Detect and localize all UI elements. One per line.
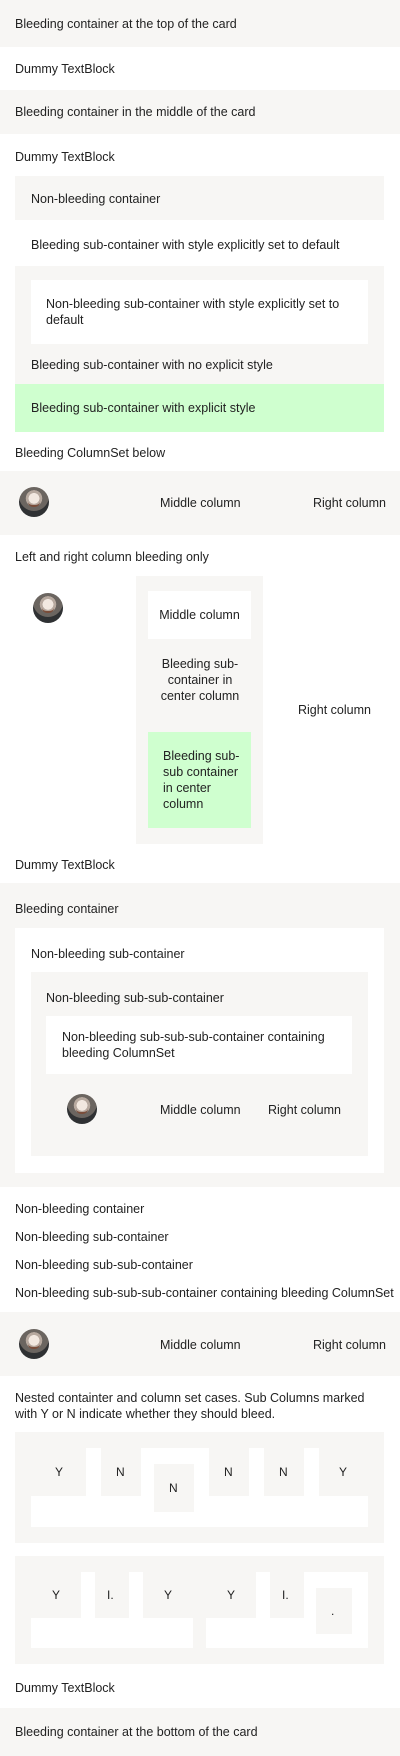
dummy-textblock-4: Dummy TextBlock bbox=[15, 1681, 115, 1695]
nested-cell: I. bbox=[95, 1572, 129, 1618]
bleeding-columnset-1: Middle column Right column bbox=[0, 471, 400, 535]
bleed-top-container: Bleeding container at the top of the car… bbox=[0, 0, 400, 47]
bleed-middle-text: Bleeding container in the middle of the … bbox=[15, 105, 256, 119]
plain-nb-subsub-text: Non-bleeding sub-sub-container bbox=[15, 1258, 193, 1272]
bleed-columnset-below-text: Bleeding ColumnSet below bbox=[15, 446, 166, 460]
colset1-middle-column: Middle column bbox=[160, 496, 241, 510]
bleed-sub-explicit-text: Bleeding sub-container with explicit sty… bbox=[31, 401, 256, 415]
lr-bleed-title: Left and right column bleeding only bbox=[15, 550, 209, 564]
nb-sub-container: Non-bleeding sub-container Non-bleeding … bbox=[15, 928, 384, 1173]
nested-cell: N bbox=[101, 1448, 141, 1496]
bleeding-columnset-3: Middle column Right column bbox=[0, 1312, 400, 1376]
colset3-right-column: Right column bbox=[313, 1338, 386, 1352]
non-bleeding-container: Non-bleeding container bbox=[15, 176, 384, 220]
nested-cell: N bbox=[264, 1448, 304, 1496]
nested-cell: Y bbox=[143, 1572, 193, 1618]
nested-cases-title: Nested containter and column set cases. … bbox=[15, 1391, 365, 1421]
center-middle-column-text: Middle column bbox=[159, 608, 240, 622]
nested-cell: . bbox=[316, 1588, 352, 1634]
plain-nb-sub-text: Non-bleeding sub-container bbox=[15, 1230, 169, 1244]
dummy-textblock-2: Dummy TextBlock bbox=[15, 150, 115, 164]
nb-sub-text: Non-bleeding sub-container bbox=[31, 947, 185, 961]
lr-right-column-text: Right column bbox=[298, 703, 371, 717]
avatar-photo bbox=[19, 487, 49, 517]
plain-nb-subsubsub-text: Non-bleeding sub-sub-sub-container conta… bbox=[15, 1286, 394, 1300]
bleeding-container-text: Bleeding container bbox=[15, 902, 119, 916]
nb-subsubsub-text: Non-bleeding sub-sub-sub-container conta… bbox=[62, 1030, 325, 1060]
bleed-top-text: Bleeding container at the top of the car… bbox=[15, 17, 237, 31]
bleed-bottom-text: Bleeding container at the bottom of the … bbox=[15, 1725, 258, 1739]
bleed-middle-container: Bleeding container in the middle of the … bbox=[0, 90, 400, 134]
plain-nb-container-text: Non-bleeding container bbox=[15, 1202, 145, 1216]
avatar-photo bbox=[19, 1329, 49, 1359]
dummy-textblock-1: Dummy TextBlock bbox=[15, 62, 115, 76]
bleed-bottom-container: Bleeding container at the bottom of the … bbox=[0, 1708, 400, 1756]
bleeding-container-nested: Bleeding container Non-bleeding sub-cont… bbox=[0, 883, 400, 1187]
non-bleed-sub-default-text: Non-bleeding sub-container with style ex… bbox=[46, 297, 340, 327]
nested-cell: Y bbox=[31, 1448, 86, 1496]
nested-case-2-inner-right: Y I. . bbox=[206, 1572, 368, 1648]
dummy-textblock-3: Dummy TextBlock bbox=[15, 858, 115, 872]
colset1-right-column: Right column bbox=[313, 496, 386, 510]
bleed-sub-no-style-text: Bleeding sub-container with no explicit … bbox=[31, 358, 273, 372]
bleed-sub-default-text: Bleeding sub-container with style explic… bbox=[31, 238, 340, 252]
nested-case-1: Y N N N N Y bbox=[15, 1432, 384, 1543]
avatar-photo bbox=[33, 593, 63, 623]
colset2-middle-column: Middle column bbox=[160, 1103, 241, 1117]
center-bleed-subsub-container: Bleeding sub-sub container in center col… bbox=[148, 732, 251, 828]
nested-cell: Y bbox=[31, 1572, 81, 1618]
colset2-right-column: Right column bbox=[268, 1103, 341, 1117]
center-middle-column-container: Middle column bbox=[148, 591, 251, 639]
nested-case-1-inner: Y N N N N Y bbox=[31, 1448, 368, 1527]
nb-subsub-text: Non-bleeding sub-sub-container bbox=[46, 991, 224, 1005]
nested-case-2-inner-left: Y I. Y bbox=[31, 1572, 193, 1648]
bleed-sub-explicit-container: Bleeding sub-container with explicit sty… bbox=[15, 384, 384, 432]
center-bleed-sub-text: Bleeding sub-container in center column bbox=[160, 657, 240, 703]
nested-case-2: Y I. Y Y I. . bbox=[15, 1556, 384, 1664]
nb-subsubsub-container: Non-bleeding sub-sub-sub-container conta… bbox=[46, 1016, 352, 1074]
non-bleed-sub-default-container: Non-bleeding sub-container with style ex… bbox=[31, 280, 368, 344]
nested-cell: I. bbox=[270, 1572, 304, 1618]
center-bleed-subsub-text: Bleeding sub-sub container in center col… bbox=[163, 749, 240, 811]
avatar-photo bbox=[67, 1094, 97, 1124]
colset3-middle-column: Middle column bbox=[160, 1338, 241, 1352]
center-column: Middle column Bleeding sub-container in … bbox=[136, 576, 263, 844]
nested-cell: N bbox=[154, 1464, 194, 1512]
nested-cell-container: . bbox=[310, 1572, 368, 1648]
nested-cell: Y bbox=[319, 1448, 368, 1496]
non-bleeding-container-text: Non-bleeding container bbox=[31, 192, 161, 206]
nb-subsub-container: Non-bleeding sub-sub-container Non-bleed… bbox=[31, 972, 368, 1156]
nested-cell: Y bbox=[206, 1572, 256, 1618]
nested-cell: N bbox=[209, 1448, 249, 1496]
